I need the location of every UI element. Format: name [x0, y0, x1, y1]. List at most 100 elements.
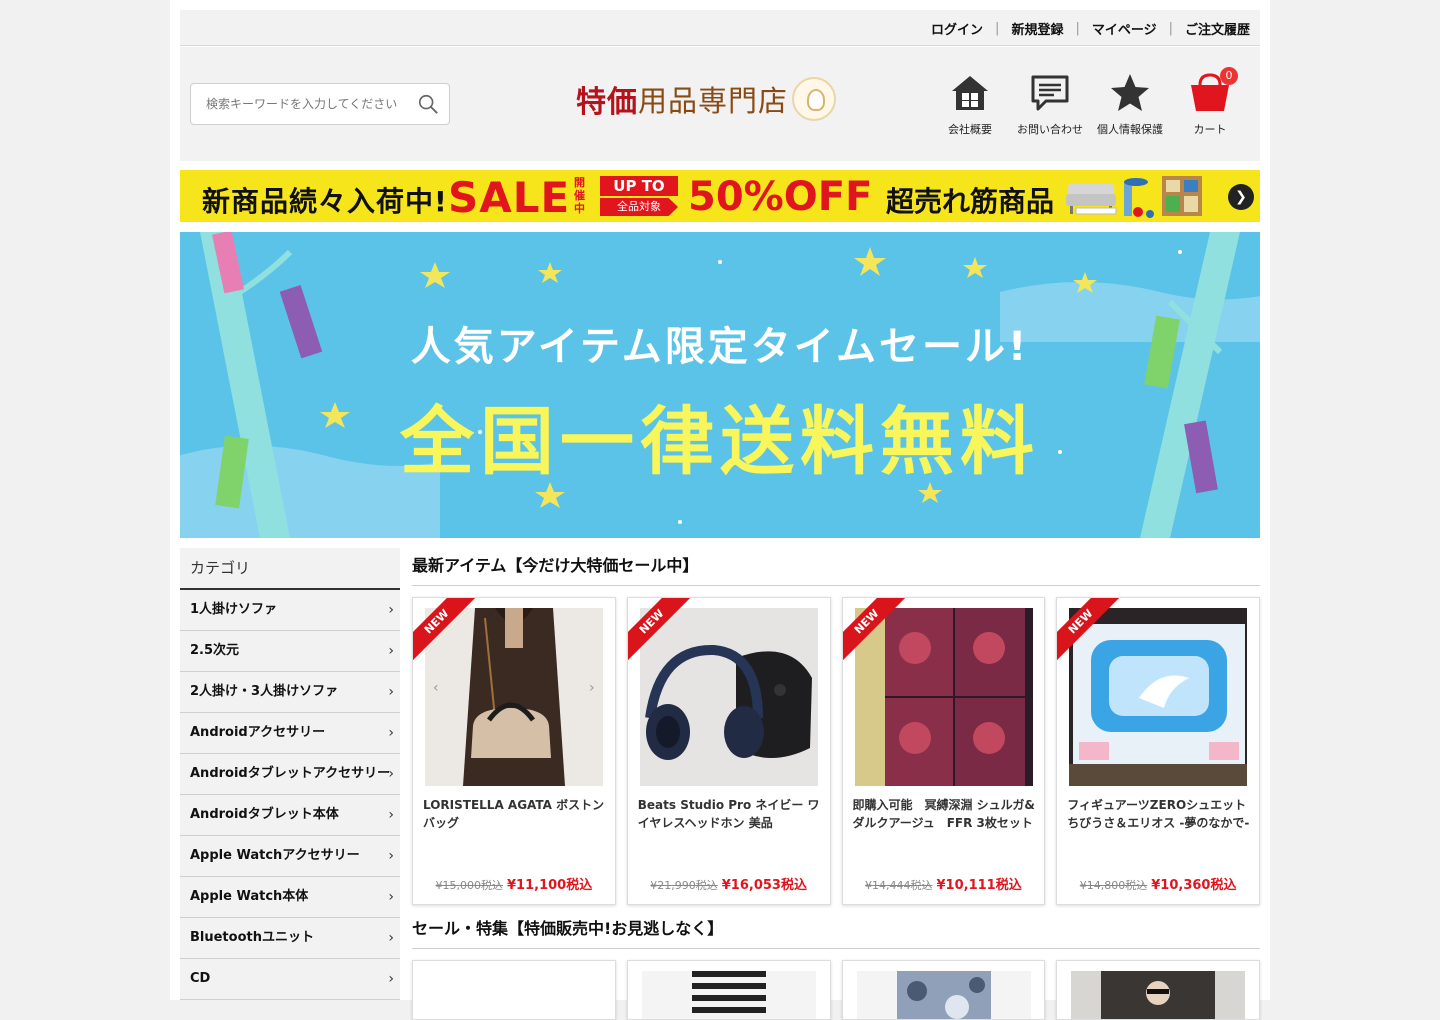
cart-count-badge: 0: [1220, 67, 1238, 85]
camo-pants-photo: [856, 971, 1031, 1019]
account-links: ログイン | 新規登録 | マイページ | ご注文履歴: [931, 19, 1250, 38]
sale-banner-lead: 新商品続々入荷中!: [202, 185, 448, 218]
sidebar-item-bluetooth-unit[interactable]: Bluetoothユニット ›: [180, 918, 400, 959]
company-info-button[interactable]: 会社概要: [930, 71, 1010, 137]
sidebar-item-android-tablet-accessories[interactable]: Androidタブレットアクセサリー ›: [180, 754, 400, 795]
product-name[interactable]: LORISTELLA AGATA ボストンバッグ: [423, 796, 607, 832]
star-icon: [1111, 74, 1149, 111]
privacy-label: 個人情報保護: [1097, 123, 1163, 136]
sidebar-item-android-tablet[interactable]: Androidタブレット本体 ›: [180, 795, 400, 836]
register-link[interactable]: 新規登録: [1011, 19, 1063, 38]
sidebar-item-label: Androidタブレット本体: [190, 807, 339, 822]
sidebar-item-2-3-seat-sofa[interactable]: 2人掛け・3人掛けソファ ›: [180, 672, 400, 713]
product-card[interactable]: [841, 960, 1046, 1020]
sale-banner[interactable]: 新商品続々入荷中! SALE 開催中 UP TO 全品対象 50%OFF 超売れ…: [180, 170, 1260, 222]
person-photo: [1071, 971, 1246, 1019]
contact-button[interactable]: お問い合わせ: [1010, 71, 1090, 137]
up-to-label: UP TO: [600, 176, 678, 196]
chevron-right-icon: ›: [388, 807, 394, 823]
original-price: ¥15,000税込: [435, 879, 504, 892]
trading-cards-photo: [854, 608, 1033, 786]
sidebar-item-label: Apple Watch本体: [190, 889, 309, 904]
login-link[interactable]: ログイン: [931, 19, 983, 38]
sidebar-item-android-accessories[interactable]: Androidアクセサリー ›: [180, 713, 400, 754]
chevron-right-icon: ›: [388, 602, 394, 618]
chevron-right-icon: ›: [388, 930, 394, 946]
sidebar-item-apple-watch-accessories[interactable]: Apple Watchアクセサリー ›: [180, 836, 400, 877]
message-icon: [1031, 75, 1069, 111]
sale-banner-sale: SALE: [448, 173, 571, 222]
sale-price: ¥10,360税込: [1151, 878, 1237, 893]
product-prices: ¥14,800税込 ¥10,360税込: [1057, 874, 1259, 893]
search-icon[interactable]: [417, 93, 439, 115]
furniture-illustration: [1066, 176, 1202, 218]
headphones-photo: [639, 608, 818, 786]
cart-button[interactable]: 0 カート: [1170, 67, 1250, 137]
product-name[interactable]: Beats Studio Pro ネイビー ワイヤレスヘッドホン 美品: [638, 796, 822, 832]
product-name[interactable]: フィギュアーツZEROシュエット ちびうさ＆エリオス -夢のなかで-: [1067, 796, 1251, 832]
product-card[interactable]: NEW ‹ › LORISTELLA AGATA ボストンバッグ ¥15,000…: [412, 597, 616, 905]
product-card[interactable]: NEW Beats Studio Pro ネイビー ワイヤレスヘッドホン 美品 …: [626, 597, 831, 905]
cart-label: カート: [1193, 123, 1227, 136]
sidebar-item-label: 2人掛け・3人掛けソファ: [190, 684, 339, 699]
original-price: ¥21,990税込: [650, 879, 718, 892]
product-card[interactable]: [626, 960, 831, 1020]
sidebar-item-apple-watch[interactable]: Apple Watch本体 ›: [180, 877, 400, 918]
svg-text:›: ›: [589, 680, 595, 696]
product-image[interactable]: [639, 608, 818, 786]
product-image[interactable]: [854, 608, 1033, 786]
time-sale-heading: 人気アイテム限定タイムセール!: [410, 324, 1030, 370]
product-name[interactable]: 即購入可能 冥縛深淵 シュルガ&ダルクアージュ FFR 3枚セット: [853, 796, 1037, 832]
header-icon-nav: 会社概要 お問い合わせ 個人情報保護 0 カート: [930, 67, 1250, 137]
sidebar-item-1-seat-sofa[interactable]: 1人掛けソファ ›: [180, 590, 400, 631]
product-card[interactable]: [412, 960, 616, 1020]
mypage-link[interactable]: マイページ: [1092, 19, 1157, 38]
latest-items-heading: 最新アイテム【今だけ大特価セール中】: [412, 548, 1260, 586]
sale-banner-discount: 50%OFF: [688, 174, 873, 220]
contact-label: お問い合わせ: [1017, 123, 1083, 136]
sale-price: ¥10,111税込: [936, 878, 1022, 893]
cotton-logo-icon: [792, 77, 837, 121]
chevron-right-icon: ›: [388, 725, 394, 741]
sale-banner-held: 開催中: [574, 176, 585, 215]
sidebar-item-label: CD: [190, 971, 211, 986]
category-title: カテゴリ: [180, 548, 400, 590]
free-shipping-heading: 全国一律送料無料: [400, 399, 1040, 485]
striped-shirt-photo: [641, 971, 816, 1019]
product-prices: ¥21,990税込 ¥16,053税込: [628, 874, 830, 893]
site-header: 特価 用品専門店 会社概要: [180, 47, 1260, 161]
boston-bag-photo: ‹ ›: [425, 608, 603, 786]
sale-banner-hot: 超売れ筋商品: [886, 185, 1055, 218]
sidebar-item-cd[interactable]: CD ›: [180, 959, 400, 1000]
original-price: ¥14,800税込: [1079, 879, 1148, 892]
product-image[interactable]: [1069, 608, 1248, 786]
product-card[interactable]: NEW フィギュアーツZEROシュエット ちびうさ＆エリオス -夢のなかで- ¥…: [1056, 597, 1260, 905]
logo-text-red: 特価: [576, 85, 638, 120]
chevron-right-icon: ›: [388, 889, 394, 905]
category-sidebar: カテゴリ 1人掛けソファ › 2.5次元 › 2人掛け・3人掛けソファ › Andro…: [180, 548, 400, 1000]
chevron-right-icon: ›: [388, 848, 394, 864]
sidebar-item-2-5-dimension[interactable]: 2.5次元 ›: [180, 631, 400, 672]
search-input[interactable]: [191, 84, 411, 124]
product-image[interactable]: ‹ ›: [425, 608, 603, 786]
order-history-link[interactable]: ご注文履歴: [1185, 19, 1250, 38]
site-logo[interactable]: 特価 用品専門店: [576, 77, 837, 121]
free-shipping-banner[interactable]: 人気アイテム限定タイムセール! 全国一律送料無料: [180, 232, 1260, 538]
sale-price: ¥16,053税込: [721, 878, 807, 893]
product-prices: ¥14,444税込 ¥10,111税込: [843, 874, 1045, 893]
chevron-right-icon: ›: [388, 766, 394, 782]
product-prices: ¥15,000税込 ¥11,100税込: [413, 874, 615, 893]
sidebar-item-label: 2.5次元: [190, 643, 240, 658]
logo-text-brown: 用品専門店: [638, 84, 789, 118]
banner-next-arrow-icon[interactable]: ❯: [1228, 184, 1254, 210]
sidebar-item-label: Bluetoothユニット: [190, 930, 314, 945]
chevron-right-icon: ›: [388, 684, 394, 700]
product-card[interactable]: NEW 即購入可能 冥縛深淵 シュルガ&ダルクアージュ FFR 3枚セット ¥1…: [841, 597, 1046, 905]
home-icon: [952, 76, 988, 110]
svg-text:‹: ‹: [433, 680, 439, 696]
product-card[interactable]: [1056, 960, 1260, 1020]
chevron-right-icon: ›: [388, 971, 394, 987]
sale-banner-upto: UP TO 全品対象: [600, 176, 678, 216]
main-content: 最新アイテム【今だけ大特価セール中】 NEW ‹ › LORISTELLA AG…: [412, 548, 1260, 1020]
privacy-button[interactable]: 個人情報保護: [1090, 71, 1170, 137]
